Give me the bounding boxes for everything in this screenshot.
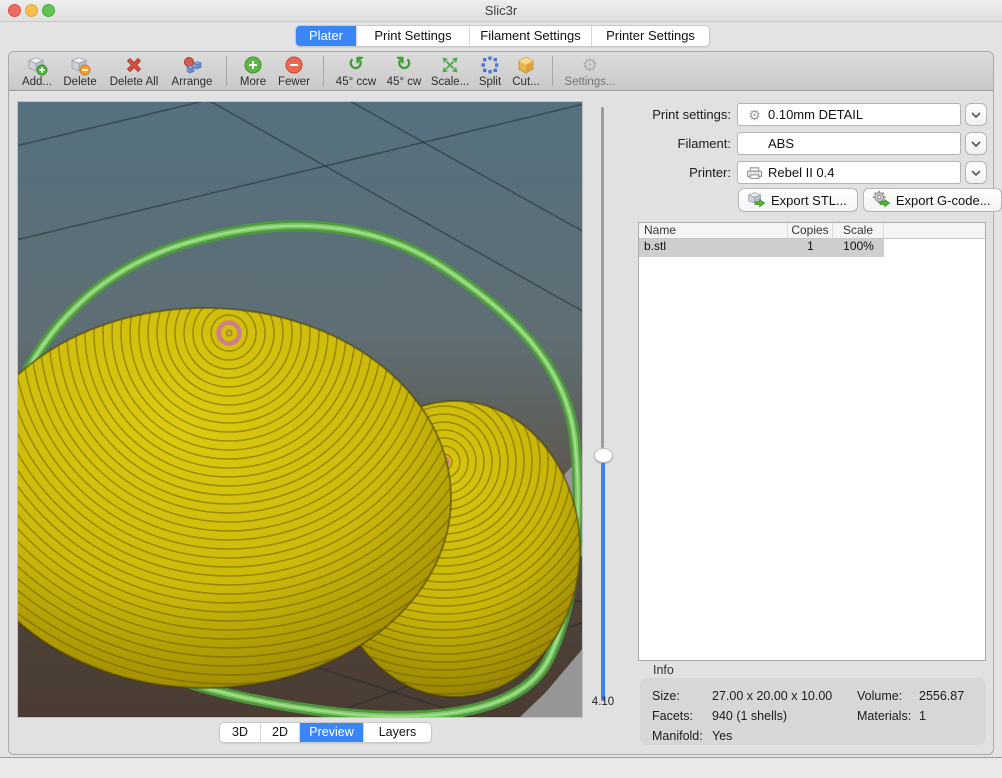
fewer-button[interactable]: Fewer	[274, 54, 314, 90]
layer-slider-fill[interactable]	[601, 463, 605, 701]
filament-value: ABS	[768, 136, 794, 151]
tab-preview[interactable]: Preview	[299, 723, 363, 742]
layer-slider-value: 4.10	[586, 696, 620, 708]
minimize-button[interactable]	[25, 4, 38, 17]
chevron-down-icon	[971, 170, 981, 176]
size-value: 27.00 x 20.00 x 10.00	[712, 689, 857, 703]
filament-dropdown-button[interactable]	[965, 132, 987, 155]
volume-value: 2556.87	[919, 689, 986, 703]
manifold-value: Yes	[712, 729, 857, 743]
rotate-cw-button[interactable]: ↻ 45° cw	[383, 54, 425, 90]
filament-label: Filament:	[625, 136, 737, 151]
viewport-3d[interactable]	[17, 101, 583, 718]
zoom-button[interactable]	[42, 4, 55, 17]
print-settings-dropdown-button[interactable]	[965, 103, 987, 126]
red-x-icon	[122, 54, 146, 76]
tab-layers[interactable]: Layers	[363, 723, 431, 742]
delete-all-button[interactable]: Delete All	[105, 54, 163, 90]
cell-scale: 100%	[833, 239, 884, 257]
print-settings-select[interactable]: ⚙ 0.10mm DETAIL	[737, 103, 961, 126]
cut-button[interactable]: Cut...	[509, 54, 543, 90]
split-dots-icon	[478, 54, 502, 76]
export-buttons: Export STL... Export G-code...	[738, 188, 1002, 212]
layer-slider-thumb[interactable]	[594, 448, 613, 463]
tab-print-settings[interactable]: Print Settings	[356, 26, 469, 46]
rotate-ccw-button[interactable]: ↺ 45° ccw	[333, 54, 379, 90]
materials-value: 1	[919, 709, 986, 723]
toolbar-separator	[226, 56, 227, 86]
add-button[interactable]: Add...	[19, 54, 55, 90]
status-bar	[0, 757, 1002, 778]
chevron-down-icon	[971, 112, 981, 118]
rotate-ccw-icon: ↺	[344, 54, 368, 76]
arrange-button[interactable]: Arrange	[167, 54, 217, 90]
column-name[interactable]: Name	[639, 223, 788, 238]
gear-icon: ⚙	[578, 54, 602, 76]
settings-button[interactable]: ⚙ Settings...	[562, 54, 618, 90]
volume-label: Volume:	[857, 689, 919, 703]
column-scale[interactable]: Scale	[833, 223, 884, 238]
tab-2d[interactable]: 2D	[260, 723, 299, 742]
toolbar-separator	[323, 56, 324, 86]
box-remove-icon	[68, 54, 92, 76]
view-tab-bar: 3D 2D Preview Layers	[219, 722, 432, 743]
plus-circle-icon	[241, 54, 265, 76]
export-gcode-icon	[871, 189, 891, 212]
printer-icon	[746, 166, 763, 180]
tab-plater[interactable]: Plater	[296, 26, 356, 46]
print-bed-scene	[18, 102, 583, 718]
filament-row: Filament: ABS	[625, 132, 987, 155]
model-table: Name Copies Scale b.stl 1 100%	[638, 222, 986, 661]
close-button[interactable]	[8, 4, 21, 17]
manifold-label: Manifold:	[652, 729, 712, 743]
info-title: Info	[653, 663, 674, 677]
size-label: Size:	[652, 689, 712, 703]
tab-filament-settings[interactable]: Filament Settings	[469, 26, 591, 46]
split-button[interactable]: Split	[475, 54, 505, 90]
scale-arrows-icon	[438, 54, 462, 76]
print-settings-row: Print settings: ⚙ 0.10mm DETAIL	[625, 103, 987, 126]
export-gcode-button[interactable]: Export G-code...	[863, 188, 1002, 212]
materials-label: Materials:	[857, 709, 919, 723]
toolbar-separator	[552, 56, 553, 86]
box-add-icon	[25, 54, 49, 76]
facets-label: Facets:	[652, 709, 712, 723]
scale-button[interactable]: Scale...	[429, 54, 471, 90]
cell-name: b.stl	[639, 239, 788, 257]
column-copies[interactable]: Copies	[788, 223, 833, 238]
window-title: Slic3r	[0, 0, 1002, 21]
printer-row: Printer: Rebel II 0.4	[625, 161, 987, 184]
more-button[interactable]: More	[236, 54, 270, 90]
main-tab-bar: Plater Print Settings Filament Settings …	[295, 25, 710, 47]
model-table-header: Name Copies Scale	[639, 223, 985, 239]
delete-button[interactable]: Delete	[59, 54, 101, 90]
export-stl-icon	[746, 189, 766, 212]
minus-circle-icon	[282, 54, 306, 76]
titlebar: Slic3r	[0, 0, 1002, 22]
print-settings-label: Print settings:	[625, 107, 737, 122]
chevron-down-icon	[971, 141, 981, 147]
printer-select[interactable]: Rebel II 0.4	[737, 161, 961, 184]
toolbar: Add... Delete Delete All Arrange More Fe…	[9, 52, 993, 91]
rotate-cw-icon: ↻	[392, 54, 416, 76]
table-row[interactable]: b.stl 1 100%	[639, 239, 884, 257]
printer-value: Rebel II 0.4	[768, 165, 835, 180]
cell-copies: 1	[788, 239, 833, 257]
filament-select[interactable]: ABS	[737, 132, 961, 155]
cut-cube-icon	[514, 54, 538, 76]
export-stl-button[interactable]: Export STL...	[738, 188, 858, 212]
print-settings-value: 0.10mm DETAIL	[768, 107, 863, 122]
gear-icon: ⚙	[746, 108, 763, 122]
printer-dropdown-button[interactable]	[965, 161, 987, 184]
cubes-icon	[180, 54, 204, 76]
printer-label: Printer:	[625, 165, 737, 180]
layer-slider-track[interactable]	[601, 107, 604, 448]
facets-value: 940 (1 shells)	[712, 709, 857, 723]
info-box: Size: 27.00 x 20.00 x 10.00 Volume: 2556…	[640, 678, 986, 745]
tab-printer-settings[interactable]: Printer Settings	[591, 26, 709, 46]
tab-3d[interactable]: 3D	[220, 723, 260, 742]
